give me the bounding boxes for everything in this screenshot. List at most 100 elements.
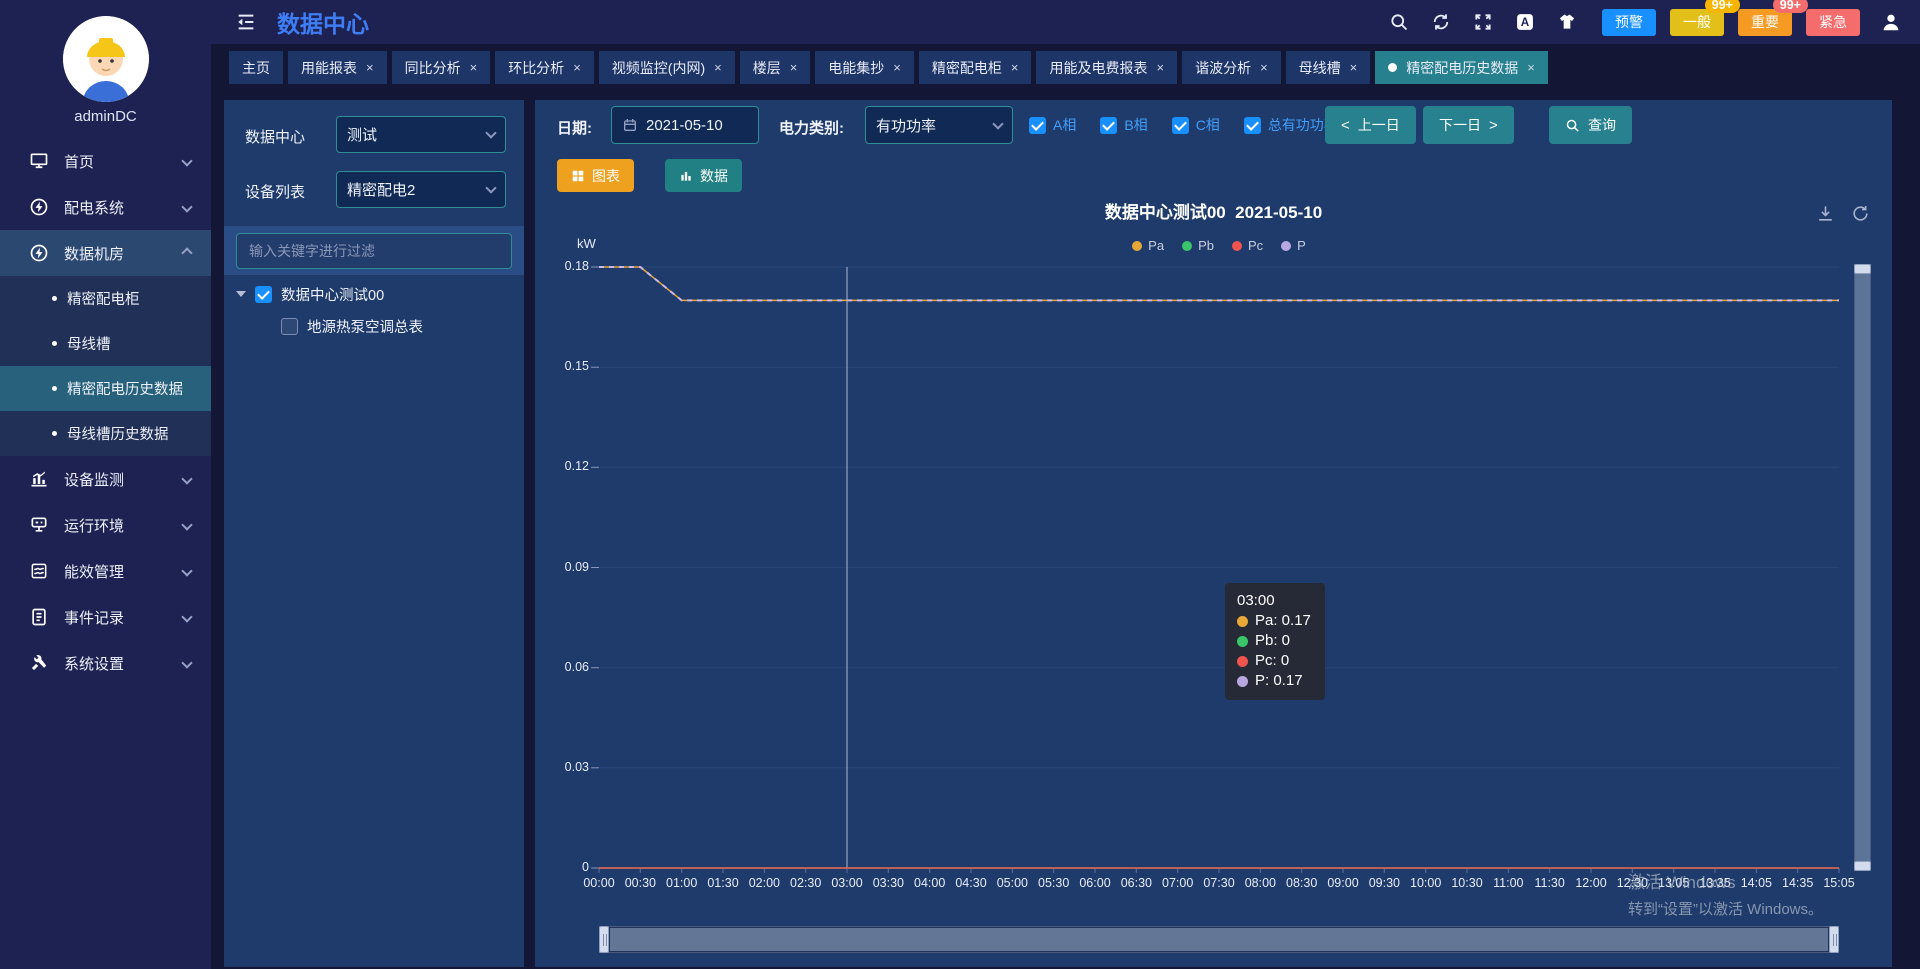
tab-label: 视频监控(内网) [612, 58, 705, 78]
user-icon[interactable] [1880, 11, 1902, 33]
datazoom-left-handle[interactable] [599, 926, 609, 953]
datazoom-right-handle[interactable] [1829, 926, 1839, 953]
x-tick-label: 03:30 [873, 876, 904, 890]
tab[interactable]: 谐波分析× [1182, 51, 1281, 84]
datazoom-top-handle[interactable] [1854, 264, 1871, 274]
phase-checkbox[interactable]: B相 [1100, 115, 1147, 135]
tab[interactable]: 楼层× [740, 51, 811, 84]
chart-view-button[interactable]: 图表 [557, 159, 634, 192]
legend-item[interactable]: P [1281, 238, 1306, 253]
refresh-icon[interactable] [1430, 11, 1452, 33]
legend-dot [1281, 241, 1291, 251]
tree-node[interactable]: 地源热泵空调总表 [224, 310, 524, 342]
datazoom-bottom-handle[interactable] [1854, 861, 1871, 871]
sidebar-item[interactable]: 能效管理 [0, 548, 211, 594]
checkbox-icon[interactable] [1029, 117, 1046, 134]
phase-checkbox[interactable]: A相 [1029, 115, 1076, 135]
sidebar-item[interactable]: 数据机房 [0, 230, 211, 276]
close-tab-icon[interactable]: × [366, 60, 374, 75]
tooltip-value: P: 0.17 [1255, 671, 1303, 691]
close-tab-icon[interactable]: × [790, 60, 798, 75]
legend-item[interactable]: Pa [1132, 238, 1164, 253]
close-tab-icon[interactable]: × [470, 60, 478, 75]
tab[interactable]: 视频监控(内网) × [599, 51, 735, 84]
alarm-button[interactable]: 预警 [1602, 9, 1656, 36]
data-view-button[interactable]: 数据 [665, 159, 742, 192]
alarm-button[interactable]: 重要99+ [1738, 9, 1792, 36]
phase-checkbox[interactable]: 总有功功率 [1244, 115, 1338, 135]
sidebar-item[interactable]: 设备监测 [0, 456, 211, 502]
phase-checkbox[interactable]: C相 [1172, 115, 1220, 135]
legend-item[interactable]: Pb [1182, 238, 1214, 253]
sidebar-subitem[interactable]: 精密配电柜 [0, 276, 211, 321]
close-tab-icon[interactable]: × [1011, 60, 1019, 75]
collapse-menu-icon[interactable] [235, 11, 257, 33]
tree-node-checkbox[interactable] [255, 286, 272, 303]
active-tab-dot [1388, 63, 1397, 72]
close-tab-icon[interactable]: × [1527, 60, 1535, 75]
checkbox-icon[interactable] [1172, 117, 1189, 134]
chart-panel: 日期: 2021-05-10 电力类别: 有功功率 A相B相C相总有功功率 <上… [535, 100, 1892, 967]
date-input[interactable]: 2021-05-10 [611, 106, 759, 144]
tree-expand-caret[interactable] [236, 291, 246, 297]
close-tab-icon[interactable]: × [573, 60, 581, 75]
tree-filter-input[interactable] [236, 233, 512, 269]
tab[interactable]: 用能及电费报表× [1036, 51, 1177, 84]
tab[interactable]: 精密配电历史数据× [1375, 51, 1548, 84]
datacenter-select[interactable]: 测试 [336, 116, 506, 153]
alarm-button[interactable]: 一般99+ [1670, 9, 1724, 36]
legend-item[interactable]: Pc [1232, 238, 1263, 253]
query-button[interactable]: 查询 [1549, 106, 1632, 144]
next-day-button[interactable]: 下一日> [1423, 106, 1514, 144]
y-tick-label: 0.18 [535, 259, 589, 273]
checkbox-icon[interactable] [1244, 117, 1261, 134]
user-avatar[interactable] [63, 16, 149, 102]
fullscreen-icon[interactable] [1472, 11, 1494, 33]
tree-node-checkbox[interactable] [281, 318, 298, 335]
theme-icon[interactable] [1556, 11, 1578, 33]
x-tick-label: 09:00 [1327, 876, 1358, 890]
tab[interactable]: 同比分析× [392, 51, 491, 84]
sidebar-item[interactable]: 运行环境 [0, 502, 211, 548]
datazoom-selected-range[interactable] [610, 928, 1828, 951]
tree-node[interactable]: 数据中心测试00 [224, 278, 524, 310]
sidebar-item[interactable]: 首页 [0, 138, 211, 184]
sidebar-subitem[interactable]: 母线槽历史数据 [0, 411, 211, 456]
alarm-button[interactable]: 紧急 [1806, 9, 1860, 36]
tab[interactable]: 母线槽 × [1286, 51, 1371, 84]
tab[interactable]: 用能报表× [288, 51, 387, 84]
x-tick-label: 12:30 [1617, 876, 1648, 890]
tab-label: 主页 [242, 58, 270, 78]
tab[interactable]: 主页 [229, 51, 283, 84]
translate-icon[interactable]: A [1514, 11, 1536, 33]
tab[interactable]: 电能集抄× [815, 51, 914, 84]
device-select[interactable]: 精密配电2 [336, 171, 506, 208]
sidebar-item[interactable]: 事件记录 [0, 594, 211, 640]
tab[interactable]: 精密配电柜× [919, 51, 1032, 84]
close-tab-icon[interactable]: × [893, 60, 901, 75]
prev-day-button[interactable]: <上一日 [1325, 106, 1416, 144]
close-tab-icon[interactable]: × [1260, 60, 1268, 75]
refresh-chart-icon[interactable] [1851, 204, 1870, 223]
line-chart[interactable] [535, 100, 1892, 967]
tooltip-time: 03:00 [1237, 591, 1311, 611]
datazoom-horizontal-slider[interactable] [599, 926, 1839, 953]
datazoom-vertical-slider[interactable] [1854, 264, 1871, 871]
close-tab-icon[interactable]: × [714, 60, 722, 75]
power-type-select[interactable]: 有功功率 [865, 106, 1013, 144]
close-tab-icon[interactable]: × [1156, 60, 1164, 75]
download-icon[interactable] [1816, 204, 1835, 223]
close-tab-icon[interactable]: × [1350, 60, 1358, 75]
checkbox-icon[interactable] [1100, 117, 1117, 134]
sidebar-subitem[interactable]: 母线槽 [0, 321, 211, 366]
tooltip-value: Pc: 0 [1255, 651, 1289, 671]
checkbox-label: C相 [1196, 115, 1220, 135]
settings-icon [28, 652, 50, 674]
search-icon[interactable] [1388, 11, 1410, 33]
tab[interactable]: 环比分析× [495, 51, 594, 84]
sidebar-item[interactable]: 配电系统 [0, 184, 211, 230]
x-tick-label: 06:30 [1121, 876, 1152, 890]
tab-label: 母线槽 [1299, 58, 1341, 78]
sidebar-item[interactable]: 系统设置 [0, 640, 211, 686]
sidebar-subitem[interactable]: 精密配电历史数据 [0, 366, 211, 411]
